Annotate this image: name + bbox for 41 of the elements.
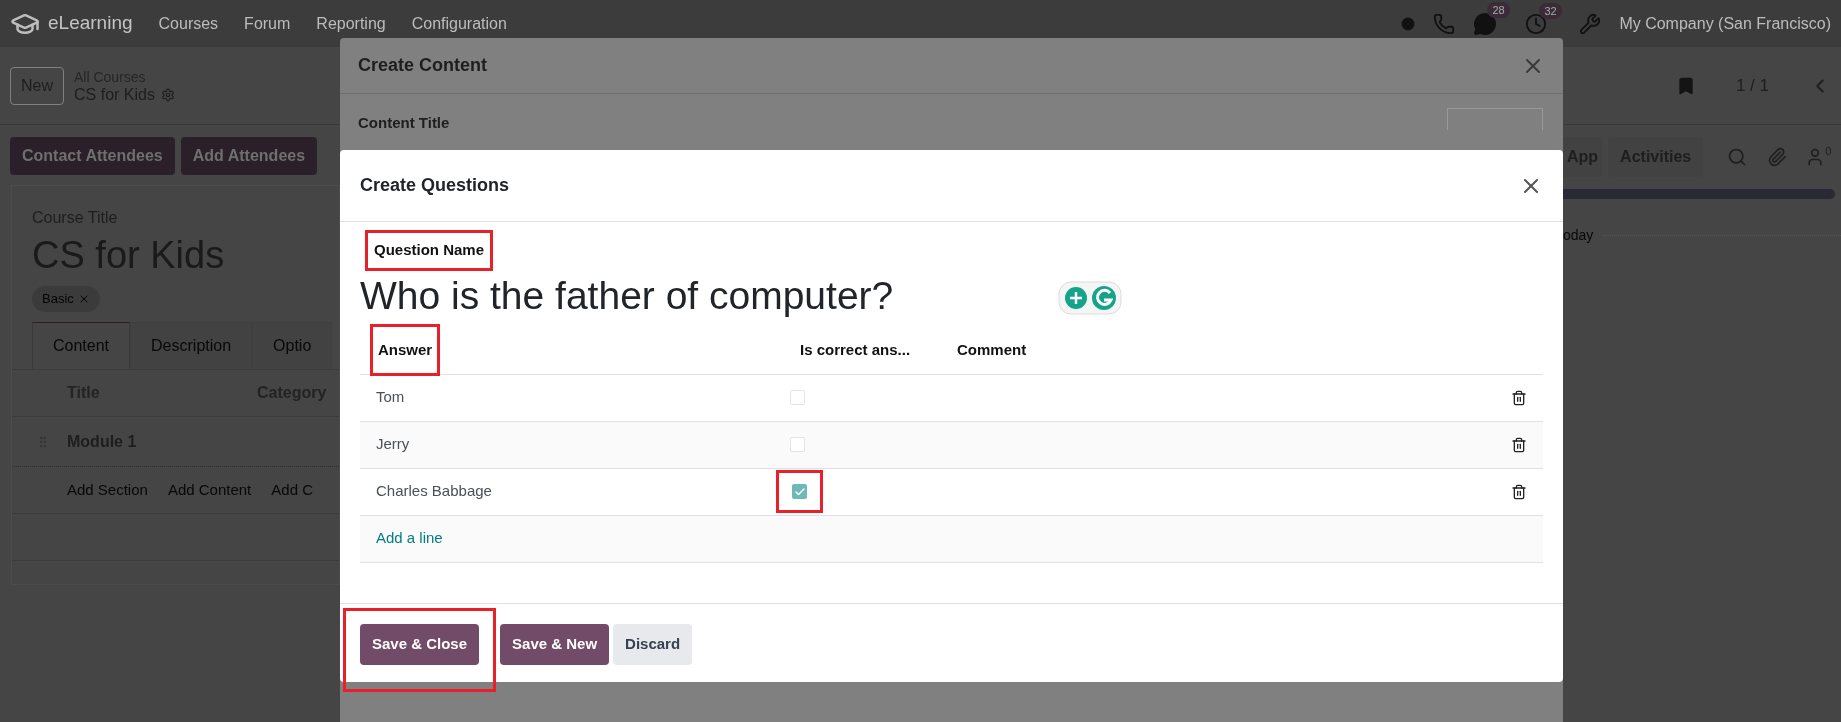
input-field[interactable]	[1447, 108, 1543, 130]
app-name[interactable]: eLearning	[48, 9, 133, 38]
company-switcher[interactable]: My Company (San Francisco)	[1619, 11, 1831, 36]
phone-icon[interactable]	[1433, 12, 1456, 35]
settings-icon[interactable]	[160, 87, 175, 102]
table-cell[interactable]: Jerry	[360, 433, 790, 456]
field-label: Content Title	[358, 113, 450, 133]
count-badge: 32	[1539, 2, 1562, 19]
delete-icon[interactable]	[1511, 483, 1527, 500]
column-header: Comment	[957, 339, 1027, 360]
action-button[interactable]: Add Attendees	[180, 137, 318, 175]
count-badge: 28	[1487, 1, 1510, 18]
date-separator: oday	[1563, 226, 1594, 245]
checkbox[interactable]	[792, 484, 807, 499]
dialog-title: Create Questions	[360, 174, 510, 197]
check-icon	[793, 485, 806, 498]
delete-icon[interactable]	[1511, 389, 1527, 406]
column-header: Is correct ans...	[800, 339, 911, 360]
dialog-button[interactable]: Save & New	[500, 624, 610, 665]
menu-item[interactable]: Reporting	[316, 11, 386, 36]
paperclip-icon[interactable]	[1767, 147, 1788, 167]
checkbox[interactable]	[790, 437, 805, 452]
table-cell[interactable]: Charles Babbage	[360, 480, 790, 503]
menu-item[interactable]: Courses	[158, 11, 219, 36]
status-dot-icon[interactable]	[1401, 16, 1416, 31]
field-label: Question Name	[374, 240, 485, 260]
table-cell[interactable]: Tom	[360, 386, 790, 409]
question-field[interactable]: Who is the father of computer?	[360, 270, 894, 321]
dialog-button[interactable]: Discard	[613, 624, 693, 665]
action-button[interactable]: Contact Attendees	[10, 137, 175, 175]
dialog-title: Create Content	[358, 54, 487, 77]
checkbox[interactable]	[790, 390, 805, 405]
add-line-link[interactable]: Add a line	[360, 527, 443, 550]
writing-assistant-icon[interactable]	[1058, 280, 1123, 315]
delete-icon[interactable]	[1511, 436, 1527, 453]
column-header: Answer	[378, 339, 433, 360]
wrench-icon[interactable]	[1579, 12, 1602, 35]
menu-item[interactable]: Configuration	[411, 11, 507, 36]
search-icon[interactable]	[1727, 147, 1748, 167]
menu-item[interactable]: Forum	[244, 11, 291, 36]
dialog-button[interactable]: Save & Close	[360, 624, 480, 665]
